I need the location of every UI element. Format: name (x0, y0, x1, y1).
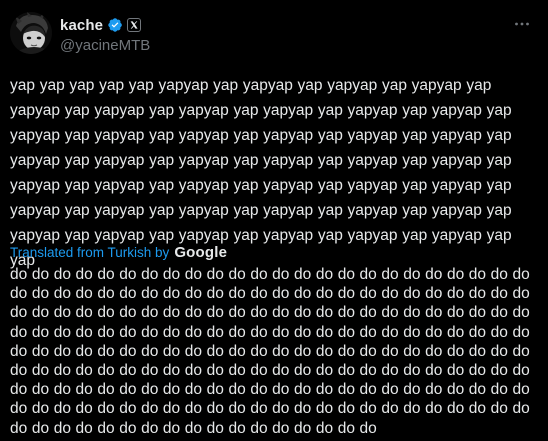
more-horizontal-icon (515, 22, 529, 26)
translation-attribution: Translated from Turkish by Google (10, 242, 227, 262)
user-handle[interactable]: @yacineMTB (60, 37, 150, 54)
more-options-button[interactable] (510, 14, 534, 34)
avatar[interactable] (10, 12, 52, 54)
tweet-header: kache @yacineMTB (10, 10, 538, 58)
verified-badge-icon (107, 17, 123, 33)
translated-text: do do do do do do do do do do do do do d… (10, 266, 530, 437)
user-names: kache @yacineMTB (60, 15, 150, 55)
avatar-image (10, 12, 52, 54)
google-logo: Google (174, 243, 228, 261)
translated-from-link[interactable]: Translated from Turkish by (10, 245, 169, 260)
x-logo-icon[interactable] (127, 18, 142, 32)
display-name[interactable]: kache (60, 17, 103, 34)
